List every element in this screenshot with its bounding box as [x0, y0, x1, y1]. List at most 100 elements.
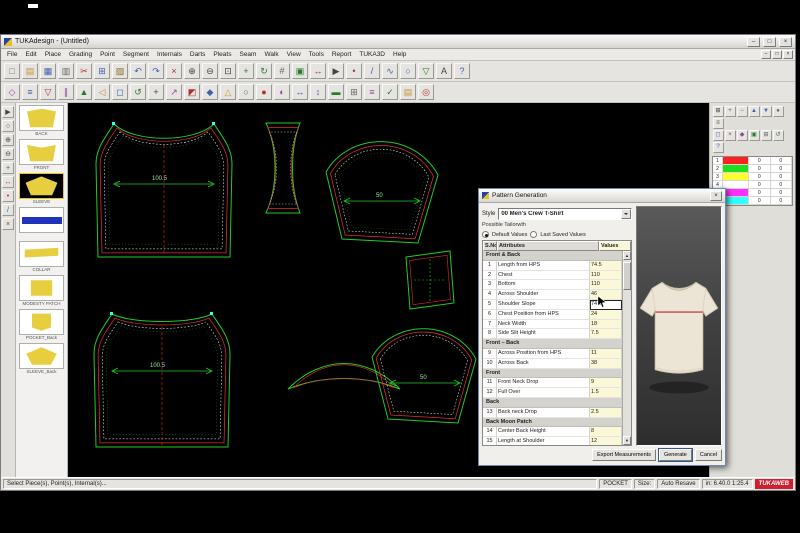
curve-button[interactable]: ∿ — [382, 63, 398, 79]
cut-button[interactable]: ✂ — [76, 63, 92, 79]
move-button[interactable]: + — [148, 84, 164, 100]
size-color-row[interactable]: 200 — [713, 165, 792, 173]
attr-row[interactable]: 11Front Neck Drop9 — [483, 378, 622, 388]
scroll-down-icon[interactable]: ▼ — [623, 436, 631, 445]
attr-row[interactable]: 1Length from HPS74.5 — [483, 261, 622, 271]
open-button[interactable]: ▤ — [22, 63, 38, 79]
add-size-button[interactable]: + — [725, 106, 736, 117]
measure-button[interactable]: ↔ — [2, 176, 14, 188]
redraw-button[interactable]: ↻ — [256, 63, 272, 79]
scrollbar-thumb[interactable] — [623, 262, 631, 290]
table-button[interactable]: ⊞ — [346, 84, 362, 100]
menu-file[interactable]: File — [3, 50, 21, 59]
flip-v-button[interactable]: ↕ — [310, 84, 326, 100]
dialog-title-bar[interactable]: Pattern Generation × — [479, 189, 725, 203]
attr-row[interactable]: 14Center Back Height8 — [483, 427, 622, 437]
default-values-radio[interactable] — [482, 231, 489, 238]
copy-button[interactable]: ⊞ — [94, 63, 110, 79]
join-button[interactable]: ◆ — [202, 84, 218, 100]
minimize-button[interactable]: – — [747, 37, 760, 47]
erase-button[interactable]: × — [2, 218, 14, 230]
piece-item-6[interactable]: POCKET_Back — [19, 309, 64, 341]
attr-value-cell[interactable]: 18 — [590, 320, 622, 330]
piece-item-1[interactable]: FRONT — [19, 139, 64, 171]
export-measurements-button[interactable]: Export Measurements — [592, 449, 656, 461]
attr-value-cell[interactable]: 12 — [590, 437, 622, 445]
style-select[interactable]: 00 Men's Crew T-Shirt — [498, 208, 632, 220]
attr-row[interactable]: 10Across Back38 — [483, 359, 622, 369]
size-color-row[interactable]: 100 — [713, 157, 792, 165]
attr-value-cell[interactable]: 110 — [590, 280, 622, 290]
menu-pleats[interactable]: Pleats — [209, 50, 235, 59]
print-button[interactable]: ▥ — [58, 63, 74, 79]
rotate-button[interactable]: ↺ — [130, 84, 146, 100]
pan-button[interactable]: + — [2, 162, 14, 174]
menu-seam[interactable]: Seam — [235, 50, 260, 59]
seam-button[interactable]: ≡ — [22, 84, 38, 100]
menu-view[interactable]: View — [283, 50, 305, 59]
mdi-minimize-button[interactable]: – — [761, 50, 771, 59]
attr-value-cell[interactable]: 38 — [590, 359, 622, 369]
mdi-restore-button[interactable]: □ — [772, 50, 782, 59]
snap-button[interactable]: ▣ — [292, 63, 308, 79]
save-button[interactable]: ▦ — [40, 63, 56, 79]
lasso-button[interactable]: ○ — [2, 120, 14, 132]
zoom-out-button[interactable]: ⊖ — [2, 148, 14, 160]
attr-value-cell[interactable]: 7.5 — [590, 329, 622, 339]
menu-tools[interactable]: Tools — [305, 50, 328, 59]
redo-button[interactable]: ↷ — [148, 63, 164, 79]
piece-item-3[interactable] — [19, 207, 64, 239]
menu-segment[interactable]: Segment — [119, 50, 153, 59]
menu-internals[interactable]: Internals — [153, 50, 186, 59]
walk-button[interactable]: ◁ — [94, 84, 110, 100]
pan-button[interactable]: + — [238, 63, 254, 79]
close-button[interactable]: × — [779, 37, 792, 47]
scale-button[interactable]: ↗ — [166, 84, 182, 100]
dart-button[interactable]: ▽ — [40, 84, 56, 100]
line-button[interactable]: / — [364, 63, 380, 79]
trace-button[interactable]: △ — [220, 84, 236, 100]
menu-report[interactable]: Report — [328, 50, 356, 59]
menu-tuka3d[interactable]: TUKA3D — [355, 50, 389, 59]
menu-point[interactable]: Point — [96, 50, 119, 59]
attr-row[interactable]: 7Neck Width18 — [483, 320, 622, 330]
grade-down-button[interactable]: ▼ — [761, 106, 772, 117]
text-button[interactable]: A — [436, 63, 452, 79]
attr-value-cell[interactable]: 9 — [590, 378, 622, 388]
mdi-close-button[interactable]: × — [783, 50, 793, 59]
piece-item-4[interactable]: COLLAR — [19, 241, 64, 273]
attr-row[interactable]: 2Chest110 — [483, 271, 622, 281]
size-table-button[interactable]: ⊞ — [713, 106, 724, 117]
info-button[interactable]: ? — [713, 142, 724, 153]
scroll-up-icon[interactable]: ▲ — [623, 251, 631, 260]
flip-h-button[interactable]: ↔ — [292, 84, 308, 100]
grid-button[interactable]: # — [274, 63, 290, 79]
col-sno[interactable]: S.No. — [483, 241, 497, 251]
lock-button[interactable]: ● — [773, 106, 784, 117]
menu-grading[interactable]: Grading — [65, 50, 96, 59]
internals-button[interactable]: ○ — [238, 84, 254, 100]
zoom-fit-button[interactable]: ⊡ — [220, 63, 236, 79]
attr-value-cell[interactable]: 11 — [590, 349, 622, 359]
zoom-in-button[interactable]: ⊕ — [2, 134, 14, 146]
settings-button[interactable]: ≡ — [713, 118, 724, 129]
color-edit-button[interactable]: ◆ — [737, 130, 748, 141]
attr-row[interactable]: 3Bottom110 — [483, 280, 622, 290]
zoom-out-button[interactable]: ⊖ — [202, 63, 218, 79]
menu-edit[interactable]: Edit — [21, 50, 40, 59]
drill-button[interactable]: ● — [256, 84, 272, 100]
attr-row[interactable]: 15Length at Shoulder12 — [483, 437, 622, 445]
delete-button[interactable]: × — [166, 63, 182, 79]
table-scrollbar[interactable]: ▲ ▼ — [622, 251, 631, 445]
circle-button[interactable]: ○ — [400, 63, 416, 79]
attr-value-cell[interactable]: 2.5 — [590, 408, 622, 418]
menu-walk[interactable]: Walk — [260, 50, 282, 59]
attr-row[interactable]: 12Full Over1.5 — [483, 388, 622, 398]
report-button[interactable]: ▤ — [400, 84, 416, 100]
select-button[interactable]: ▶ — [2, 106, 14, 118]
split-button[interactable]: ◩ — [184, 84, 200, 100]
grade-button[interactable]: ▲ — [76, 84, 92, 100]
new-button[interactable]: □ — [4, 63, 20, 79]
dialog-close-button[interactable]: × — [710, 191, 722, 201]
attr-value-cell[interactable]: 110 — [590, 271, 622, 281]
